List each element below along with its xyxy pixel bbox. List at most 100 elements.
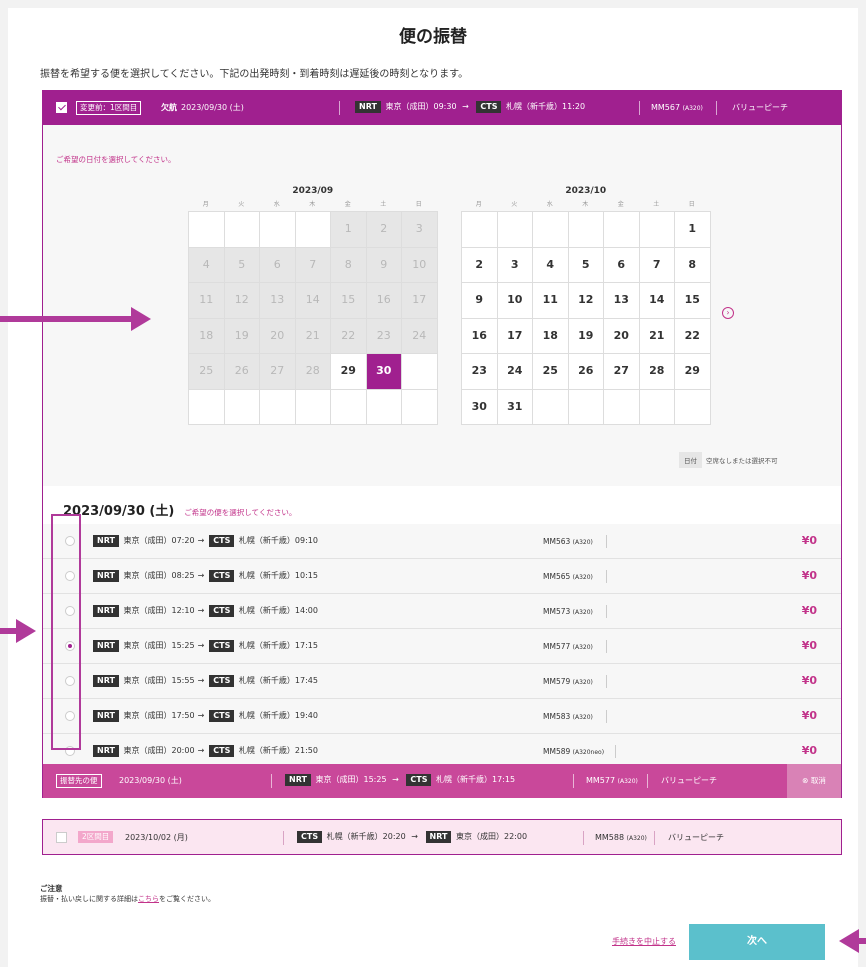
airport-code: CTS	[209, 640, 235, 652]
segment-2-checkbox[interactable]	[56, 832, 67, 843]
empty-day-cell	[604, 212, 640, 248]
weekday-label: 月	[202, 201, 209, 208]
day-cell-20[interactable]: 20	[604, 318, 640, 354]
day-cell-16[interactable]: 16	[462, 318, 498, 354]
day-cell-4: 4	[189, 247, 225, 283]
day-cell-5[interactable]: 5	[568, 247, 604, 283]
flight-row[interactable]: NRT 東京（成田）08:25 → CTS 札幌（新千歳）10:15 MM565 (A…	[43, 559, 841, 594]
flight-date-heading: 2023/09/30 (土) ご希望の便を選択してください。	[63, 500, 296, 519]
airport-code: NRT	[93, 535, 119, 547]
notes-text-after: をご覧ください。	[159, 895, 215, 903]
airport-code: NRT	[93, 675, 119, 687]
day-cell-30[interactable]: 30	[462, 389, 498, 425]
flight-number-group: MM577 (A320)	[543, 642, 593, 651]
day-cell-11[interactable]: 11	[533, 283, 569, 319]
day-cell-18[interactable]: 18	[533, 318, 569, 354]
segment-1-checkbox[interactable]	[56, 102, 67, 113]
flight-row[interactable]: NRT 東京（成田）12:10 → CTS 札幌（新千歳）14:00 MM573 (A…	[43, 594, 841, 629]
date-prompt: ご希望の日付を選択してください。	[56, 155, 176, 164]
aircraft-type: (A320)	[572, 644, 593, 651]
day-cell-22[interactable]: 22	[675, 318, 711, 354]
divider	[606, 605, 607, 618]
airport-code: NRT	[93, 570, 119, 582]
selected-flight-bar: 振替先の便 2023/09/30 (土) NRT 東京（成田）15:25 → C…	[43, 764, 841, 798]
day-cell-10[interactable]: 10	[497, 283, 533, 319]
day-cell-13[interactable]: 13	[604, 283, 640, 319]
day-cell-2[interactable]: 2	[462, 247, 498, 283]
next-button[interactable]: 次へ	[689, 924, 825, 960]
day-cell-28: 28	[295, 354, 331, 390]
weekday-label: 金	[617, 201, 624, 208]
annotation-arrow-shaft	[858, 938, 866, 944]
day-cell-8[interactable]: 8	[675, 247, 711, 283]
flight-route: NRT 東京（成田）07:20 → CTS 札幌（新千歳）09:10	[91, 535, 318, 547]
day-cell-29[interactable]: 29	[331, 354, 367, 390]
day-cell-24[interactable]: 24	[497, 354, 533, 390]
month-label: 2023/09	[292, 186, 334, 196]
flight-row[interactable]: NRT 東京（成田）17:50 → CTS 札幌（新千歳）19:40 MM583 (A…	[43, 699, 841, 734]
day-cell-7[interactable]: 7	[639, 247, 675, 283]
fare-type: バリューピーチ	[668, 833, 724, 842]
day-cell-6[interactable]: 6	[604, 247, 640, 283]
airport-code: CTS	[209, 535, 235, 547]
airport-code: NRT	[425, 831, 452, 843]
before-change-tag: 変更前：1区間目	[76, 101, 142, 115]
flight-number-group: MM583 (A320)	[543, 712, 593, 721]
arrival-text: 札幌（新千歳）17:15	[436, 775, 516, 784]
departure-text: 東京（成田）08:25	[123, 571, 195, 580]
departure-text: 東京（成田）15:55	[123, 676, 195, 685]
airport-code: CTS	[476, 101, 502, 113]
day-cell-19[interactable]: 19	[568, 318, 604, 354]
flight-number: MM577	[586, 776, 616, 785]
day-cell-4[interactable]: 4	[533, 247, 569, 283]
intro-text: 振替を希望する便を選択してください。下記の出発時刻・到着時刻は遅延後の時刻となり…	[40, 69, 469, 80]
day-cell-9: 9	[366, 247, 402, 283]
day-cell-24: 24	[402, 318, 438, 354]
day-cell-27[interactable]: 27	[604, 354, 640, 390]
day-cell-23[interactable]: 23	[462, 354, 498, 390]
divider	[606, 640, 607, 653]
day-cell-8: 8	[331, 247, 367, 283]
next-month-icon[interactable]: ›	[722, 307, 734, 319]
day-cell-17[interactable]: 17	[497, 318, 533, 354]
day-cell-28[interactable]: 28	[639, 354, 675, 390]
empty-day-cell	[295, 212, 331, 248]
day-cell-30[interactable]: 30	[366, 354, 402, 390]
day-cell-26[interactable]: 26	[568, 354, 604, 390]
day-cell-12[interactable]: 12	[568, 283, 604, 319]
flight-row[interactable]: NRT 東京（成田）07:20 → CTS 札幌（新千歳）09:10 MM563 (A…	[43, 524, 841, 559]
weekday-label: 土	[653, 201, 660, 208]
aircraft-type: (A320)	[572, 714, 593, 721]
flight-row[interactable]: NRT 東京（成田）15:25 → CTS 札幌（新千歳）17:15 MM577 (A…	[43, 629, 841, 664]
day-cell-1[interactable]: 1	[675, 212, 711, 248]
stop-procedure-link[interactable]: 手続きを中止する	[612, 936, 676, 947]
calendar-month-1: 2023/09 月火水木金土日 1 2 3 4 5 6 7 8 9 10 11 12 13 14 15 16 1…	[188, 186, 438, 425]
empty-day-cell	[224, 212, 260, 248]
day-cell-14[interactable]: 14	[639, 283, 675, 319]
segment-1-flight: MM567 (A320)	[651, 103, 703, 114]
day-cell-21[interactable]: 21	[639, 318, 675, 354]
day-cell-31[interactable]: 31	[497, 389, 533, 425]
day-cell-25[interactable]: 25	[533, 354, 569, 390]
weekday-label: 火	[511, 201, 518, 208]
legend-text: 空席なしまたは選択不可	[706, 457, 778, 465]
fare-type: バリューピーチ	[661, 776, 717, 785]
empty-day-cell	[533, 389, 569, 425]
day-cell-21: 21	[295, 318, 331, 354]
flight-row[interactable]: NRT 東京（成田）15:55 → CTS 札幌（新千歳）17:45 MM579 (A…	[43, 664, 841, 699]
departure-text: 東京（成田）07:20	[123, 536, 195, 545]
day-cell-23: 23	[366, 318, 402, 354]
airport-code: NRT	[93, 605, 119, 617]
airport-code: CTS	[209, 570, 235, 582]
arrival-text: 札幌（新千歳）09:10	[238, 536, 318, 545]
cancel-selection-button[interactable]: ⊗ 取消	[787, 764, 841, 798]
day-cell-3[interactable]: 3	[497, 247, 533, 283]
details-link[interactable]: こちら	[138, 895, 159, 903]
day-cell-9[interactable]: 9	[462, 283, 498, 319]
arrival-text: 札幌（新千歳）21:50	[238, 746, 318, 755]
day-cell-29[interactable]: 29	[675, 354, 711, 390]
day-cell-22: 22	[331, 318, 367, 354]
weekday-label: 土	[380, 201, 387, 208]
day-cell-15[interactable]: 15	[675, 283, 711, 319]
day-cell-5: 5	[224, 247, 260, 283]
